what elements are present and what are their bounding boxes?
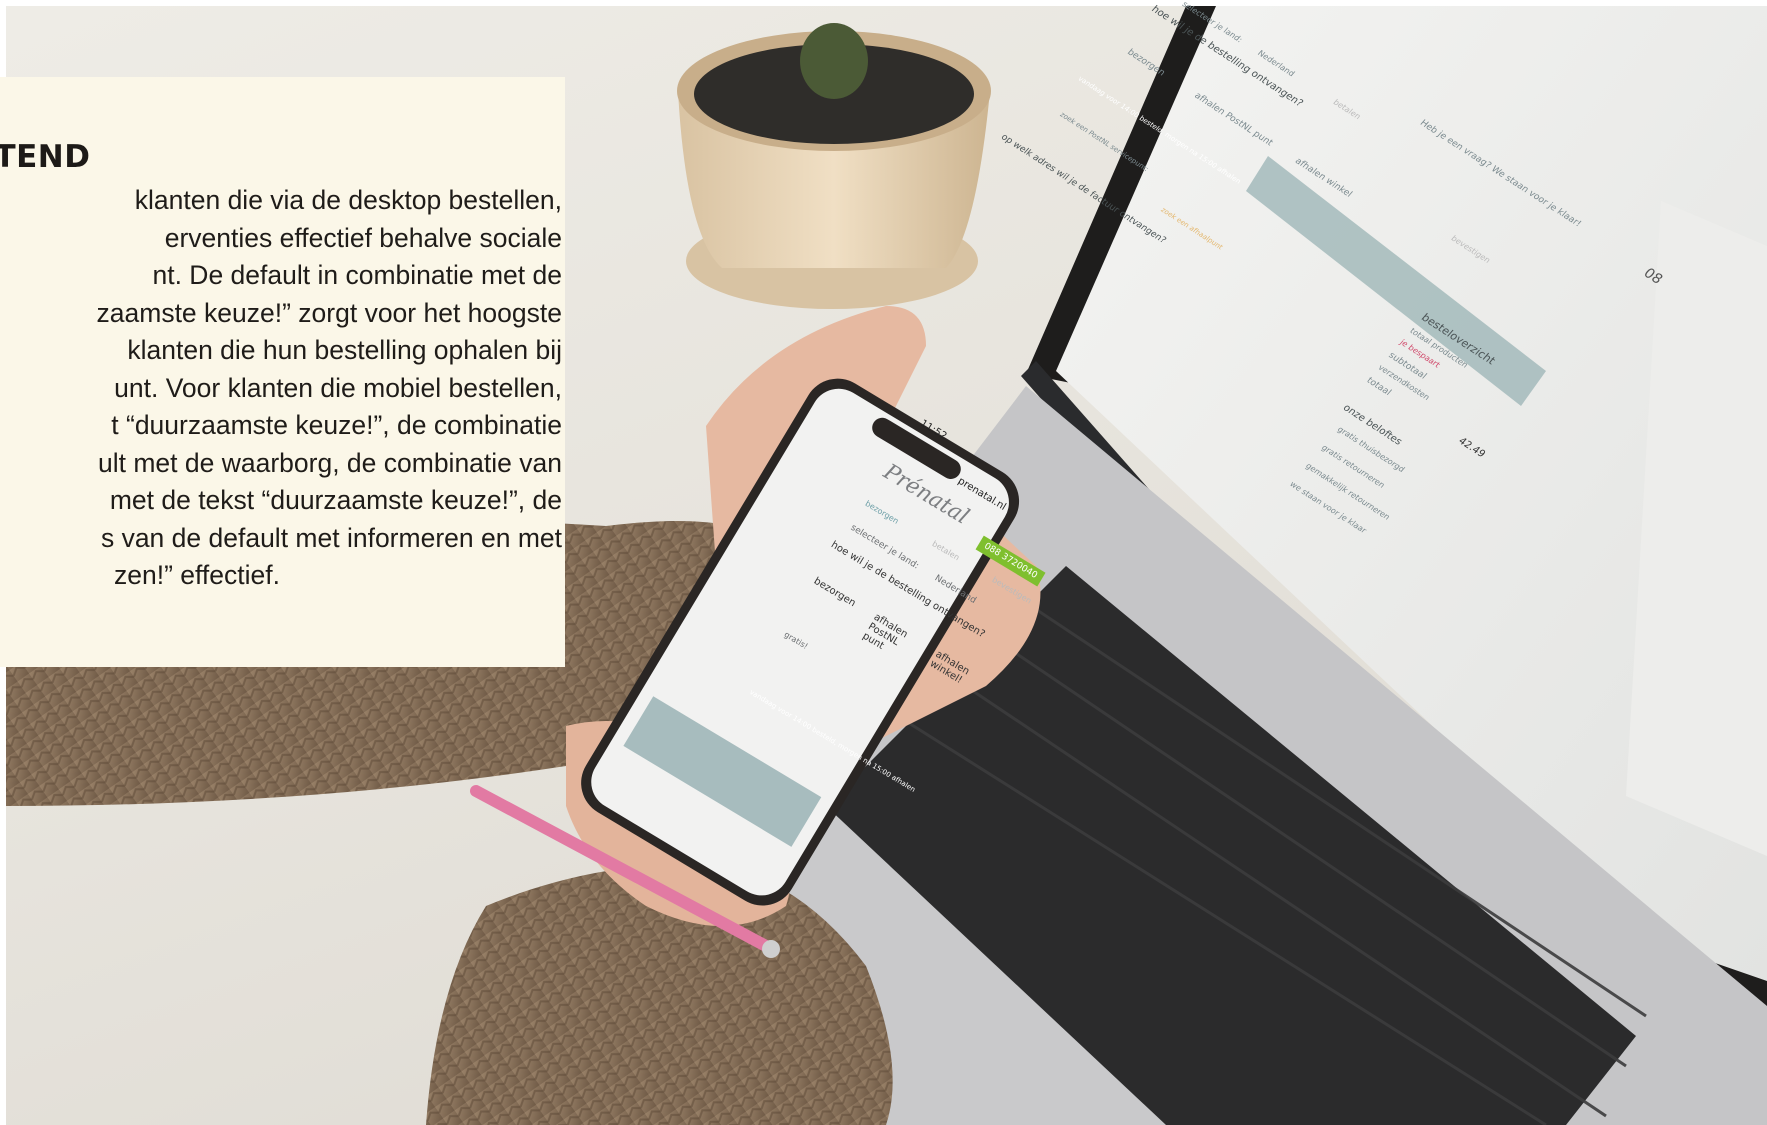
card-line: erventies effectief behalve sociale — [164, 222, 562, 253]
laptop-option-winkel[interactable]: afhalen winkel — [1293, 157, 1354, 200]
card-line: zen!” effectief. — [114, 560, 280, 590]
phone-country-value[interactable]: Nederland — [933, 573, 978, 606]
laptop-summary-total: totaal — [1364, 375, 1393, 398]
phone-option-postnl[interactable]: afhalen PostNL punt — [860, 612, 928, 671]
phone-free-label: gratis! — [782, 629, 810, 651]
laptop-promise-5: gemakkelijk retourneren — [1303, 461, 1392, 522]
card-line: t “duurzaamste keuze!”, de combinatie — [111, 410, 562, 440]
phone-option-bezorgen[interactable]: bezorgen — [812, 576, 858, 609]
card-line: ult met de waarborg, de combinatie van — [97, 447, 562, 478]
card-line: nt. De default in combinatie met de — [152, 260, 562, 290]
info-text-card: ATTEND klanten die via de desktop bestel… — [0, 77, 565, 667]
phone-banner: vandaag voor 14:00 besteld, morgen na 15… — [748, 688, 917, 794]
card-heading: ATTEND — [0, 139, 91, 175]
laptop-step-bevestigen[interactable]: bevestigen — [1449, 234, 1492, 265]
card-line: unt. Voor klanten die mobiel bestellen, — [114, 372, 562, 403]
phone-step-bezorgen[interactable]: bezorgen — [864, 499, 901, 526]
card-line: klanten die hun bestelling ophalen bij — [127, 335, 562, 365]
phone-time: 11:52 — [918, 417, 949, 443]
phone-step-betalen[interactable]: betalen — [930, 539, 961, 562]
phone-call-button[interactable]: 088 3720040 — [975, 535, 1046, 587]
laptop-search-button[interactable]: zoek een afhaalpunt — [1159, 206, 1224, 251]
card-line: met de tekst “duurzaamste keuze!”, de — [109, 485, 562, 515]
laptop-option-postnl[interactable]: afhalen PostNL punt — [1192, 91, 1275, 148]
cactus-pot — [677, 23, 991, 309]
phone-option-winkel[interactable]: afhalen winkel! — [928, 649, 991, 699]
card-body: klanten die via de desktop bestellen, er… — [0, 182, 562, 595]
laptop-summary-total-value: 42.49 — [1455, 435, 1488, 460]
card-line: klanten die via de desktop bestellen, — [134, 185, 562, 215]
card-line: zaamste keuze!” zorgt voor het hoogste — [96, 297, 562, 328]
laptop-promise-7: we staan voor je klaar — [1287, 479, 1369, 535]
card-line: s van de default met informeren en met — [100, 522, 562, 553]
